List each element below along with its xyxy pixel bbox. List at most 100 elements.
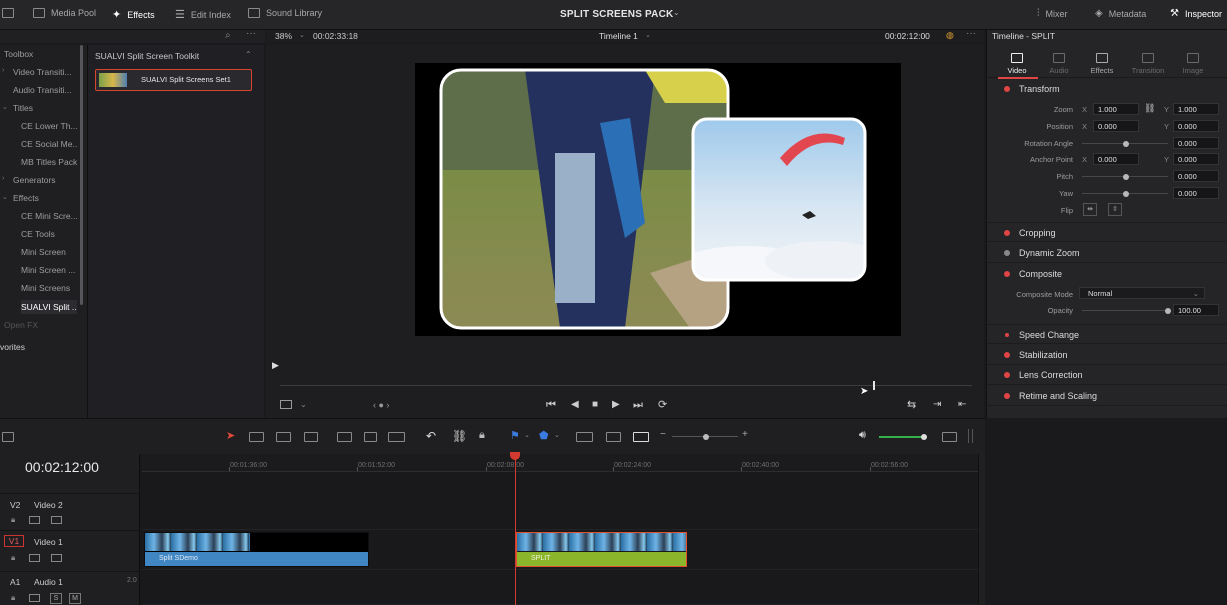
position-y-input[interactable]: 0.000 [1173,120,1219,132]
zoom-x-input[interactable]: 1.000 [1093,103,1139,115]
tab-video[interactable]: Video [995,53,1039,75]
toolbox-item-generators[interactable]: Generators [13,175,56,185]
pitch-input[interactable]: 0.000 [1173,170,1219,182]
chevron-down-icon[interactable]: ⌄ [2,193,8,201]
panel-toggle-button[interactable] [2,8,14,18]
collapse-icon[interactable]: ⌃ [245,50,252,59]
zoom-in-icon[interactable]: + [742,429,748,440]
disable-dot[interactable] [1004,250,1010,256]
auto-track-icon[interactable] [29,554,40,562]
edit-index-tab[interactable]: ☰ Edit Index [175,8,231,21]
enable-dot[interactable] [1004,393,1010,399]
toolbox-item-effects[interactable]: Effects [13,193,39,203]
viewer-options-icon[interactable]: ··· [966,28,976,39]
marker-icon[interactable]: ⬟ [539,429,549,442]
timeline-name[interactable]: Timeline 1 [599,31,638,41]
overwrite-clip-icon[interactable] [364,432,377,442]
jog-control-icon[interactable]: ‹ ● › [373,400,389,410]
mixer-tab[interactable]: ⫶ Mixer [1037,8,1068,19]
solo-button[interactable]: S [50,593,62,604]
volume-knob[interactable] [921,434,927,440]
track-visibility-icon[interactable] [51,516,62,524]
favorites-label[interactable]: vorites [0,342,25,352]
anchor-x-input[interactable]: 0.000 [1093,153,1139,165]
tab-image[interactable]: Image [1171,53,1215,75]
toolbox-item-mb-titles-pack[interactable]: MB Titles Pack [21,157,77,167]
project-title[interactable]: SPLIT SCREENS PACK [560,9,673,20]
replace-clip-icon[interactable] [388,432,405,442]
track-name-a1[interactable]: Audio 1 [34,577,63,587]
zoom-out-icon[interactable]: − [660,429,666,440]
insert-clip-icon[interactable] [337,432,352,442]
speaker-icon[interactable]: 🔊︎ [859,429,866,442]
timeline-view-icon[interactable] [2,432,14,442]
playhead-line[interactable] [515,455,516,605]
stop-icon[interactable]: ■ [592,399,598,410]
marker-dropdown-icon[interactable]: ⌄ [554,431,560,439]
volume-slider[interactable] [879,434,927,440]
track-v1[interactable]: Split SDemo SPLIT [142,530,978,570]
color-wheel-icon[interactable]: ◍ [946,30,954,41]
toolbox-scrollbar[interactable] [80,45,83,305]
toolbox-item-ce-tools[interactable]: CE Tools [21,229,77,239]
go-to-start-icon[interactable]: ⏮ [546,399,556,412]
toolbox-item-sualvi-split[interactable]: SUALVI Split ... [21,300,77,314]
zoom-full-icon[interactable] [576,432,593,442]
toolbox-item-mini-screen[interactable]: Mini Screen [21,247,77,257]
section-stabilization[interactable]: Stabilization [987,345,1227,365]
lock-icon[interactable]: 🔒︎ [11,553,15,563]
timeline-ruler[interactable]: 00:01:36:00 00:01:52:00 00:02:08:00 00:0… [142,454,978,472]
rotation-slider-knob[interactable] [1123,140,1129,147]
pitch-slider[interactable] [1082,173,1168,180]
enable-dot[interactable] [1004,271,1010,277]
zoom-level[interactable]: 38% [275,31,292,41]
toolbox-item-ce-lower-thirds[interactable]: CE Lower Th... [21,121,77,131]
viewer-mode-icon[interactable] [280,400,292,409]
media-pool-tab[interactable]: Media Pool [33,8,96,18]
flip-vertical-icon[interactable]: ⇳ [1108,203,1122,216]
effects-tab[interactable]: ✦ Effects [112,8,155,21]
toolbox-item-mini-screens[interactable]: Mini Screens [21,283,77,293]
project-dropdown-icon[interactable]: ⌄ [673,8,680,17]
zoom-detail-icon[interactable] [606,432,621,442]
enable-dot[interactable] [1005,333,1009,337]
zoom-dropdown-icon[interactable]: ⌄ [299,31,305,39]
link-icon[interactable]: ⛓ [1144,103,1155,114]
section-transform[interactable]: Transform [987,79,1227,99]
opacity-slider[interactable] [1082,307,1171,314]
pitch-slider-knob[interactable] [1123,173,1129,180]
toolbox-item-titles[interactable]: Titles [13,103,33,113]
anchor-y-input[interactable]: 0.000 [1173,153,1219,165]
go-to-end-button-icon[interactable]: ⏭ [633,399,643,412]
opacity-slider-knob[interactable] [1165,307,1171,314]
lock-icon[interactable]: 🔒︎ [11,515,15,525]
reverse-play-icon[interactable]: ◀ [571,399,579,410]
section-cropping[interactable]: Cropping [987,222,1227,242]
match-frame-icon[interactable]: ⇆ [907,398,916,411]
video-canvas[interactable] [415,63,901,336]
track-visibility-icon[interactable] [51,554,62,562]
yaw-input[interactable]: 0.000 [1173,187,1219,199]
next-edit-icon[interactable]: ⇥ [933,399,941,410]
composite-mode-select[interactable]: Normal ⌄ [1079,287,1205,299]
timeline-timecode[interactable]: 00:02:12:00 [25,459,99,475]
toolbox-item-open-fx[interactable]: Open FX [4,320,38,330]
auto-track-icon[interactable] [29,594,40,602]
go-to-end-icon[interactable]: ▶︎ [272,360,279,371]
opacity-input[interactable]: 100.00 [1173,304,1219,316]
tab-audio[interactable]: Audio [1037,53,1081,75]
linked-selection-icon[interactable]: ⛓ [452,429,467,443]
chevron-down-icon[interactable]: ⌄ [2,103,8,111]
prev-edit-icon[interactable]: ⇤ [958,399,966,410]
flag-dropdown-icon[interactable]: ⌄ [524,431,530,439]
dynamic-trim-icon[interactable] [276,432,291,442]
enable-dot[interactable] [1004,372,1010,378]
section-dynamic-zoom[interactable]: Dynamic Zoom [987,243,1227,263]
clip-split-sdemo[interactable]: Split SDemo [144,532,369,567]
viewer-mode-dropdown-icon[interactable]: ⌄ [300,400,307,409]
flag-icon[interactable]: ⚑ [510,429,520,442]
selection-tool-icon[interactable]: ➤ [226,429,235,442]
toolbox-item-mini-screen-2[interactable]: Mini Screen ... [21,265,77,275]
position-x-input[interactable]: 0.000 [1093,120,1139,132]
chevron-right-icon[interactable]: › [2,175,4,182]
